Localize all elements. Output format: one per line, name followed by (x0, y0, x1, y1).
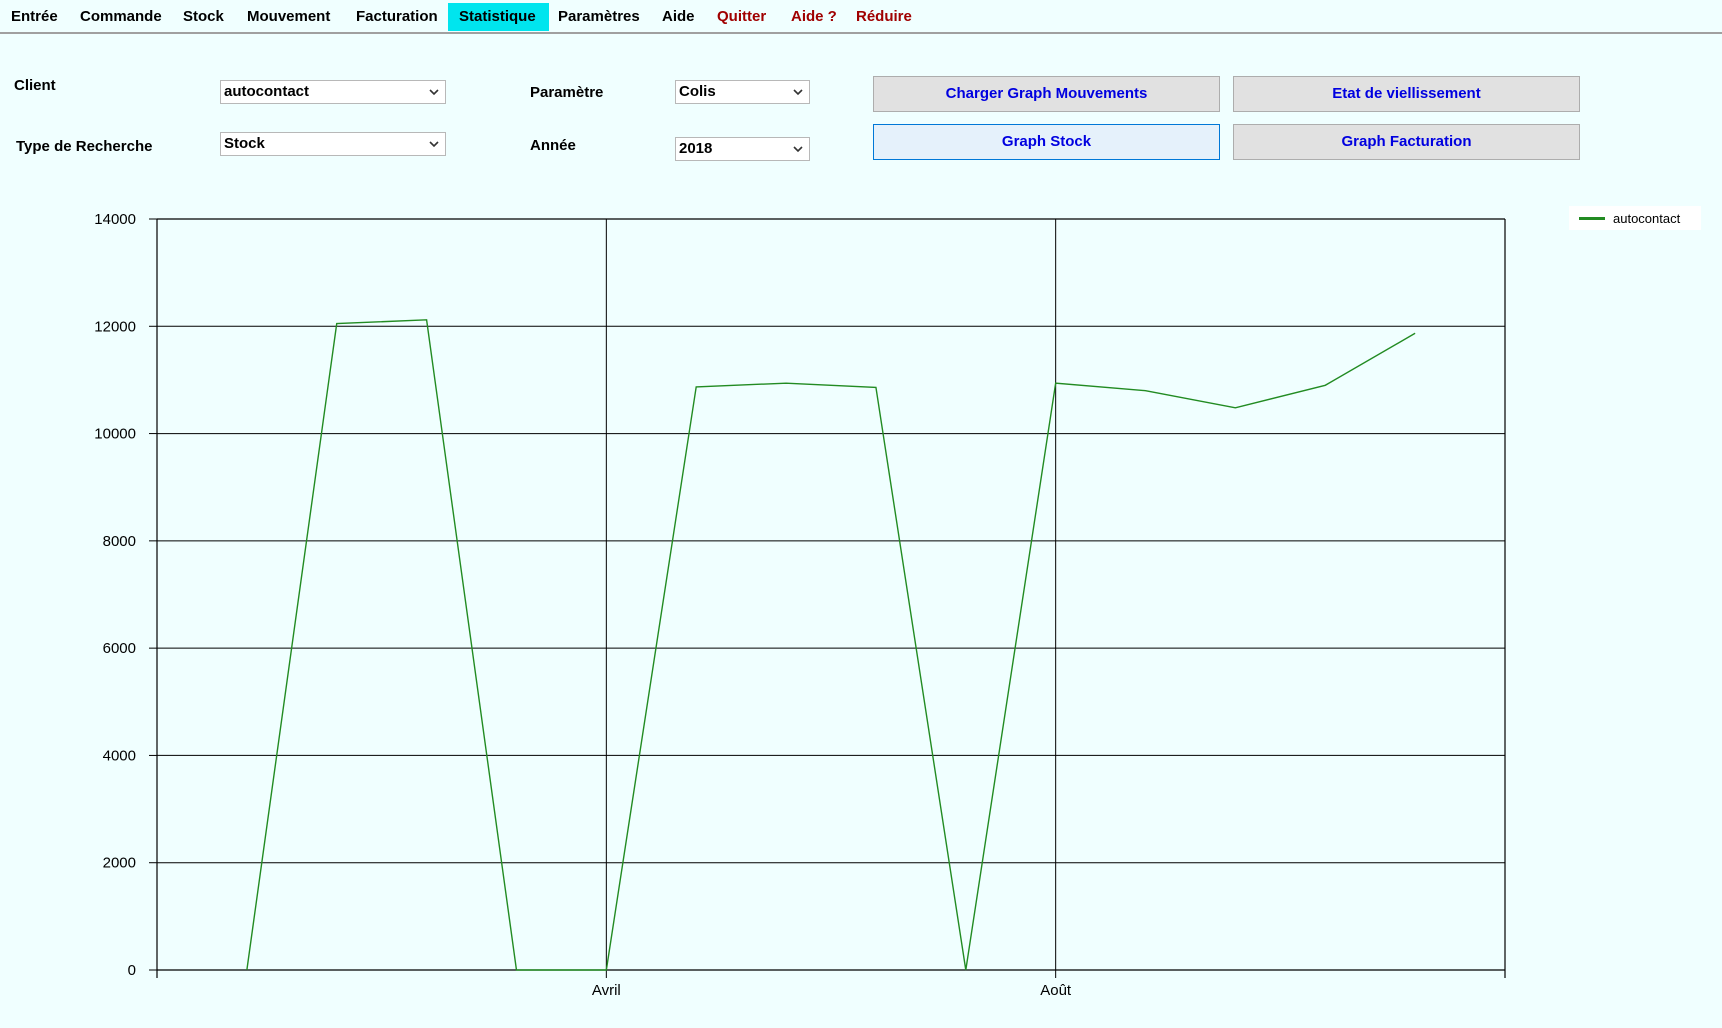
chevron-down-icon (429, 141, 439, 148)
y-tick-label: 4000 (103, 747, 136, 764)
etat-viellissement-button[interactable]: Etat de viellissement (1233, 76, 1580, 112)
menu-aide[interactable]: Aide (651, 3, 706, 31)
menu-mouvement[interactable]: Mouvement (236, 3, 341, 31)
y-tick-label: 0 (128, 962, 136, 979)
y-tick-label: 10000 (94, 426, 136, 443)
stock-line-chart: 0 2000 4000 6000 8000 10000 12000 14000 Avril Aoû… (94, 211, 1506, 999)
type-recherche-select[interactable]: Stock (220, 132, 446, 156)
menu-aide-question[interactable]: Aide ? (780, 3, 848, 31)
annee-label: Année (530, 137, 576, 154)
x-tick-label: Août (1040, 982, 1072, 999)
client-label: Client (14, 77, 56, 94)
chevron-down-icon (793, 146, 803, 153)
parametre-select-value: Colis (679, 83, 716, 100)
type-recherche-label: Type de Recherche (16, 138, 153, 155)
menu-parametres[interactable]: Paramètres (547, 3, 651, 31)
annee-select[interactable]: 2018 (675, 137, 810, 161)
parametre-label: Paramètre (530, 84, 604, 101)
chevron-down-icon (429, 89, 439, 96)
client-select[interactable]: autocontact (220, 80, 446, 104)
x-tick-label: Avril (592, 982, 621, 999)
menu-quitter[interactable]: Quitter (706, 3, 777, 31)
y-tick-label: 8000 (103, 533, 136, 550)
menu-facturation[interactable]: Facturation (345, 3, 449, 31)
chart-legend: autocontact (1569, 206, 1701, 230)
menu-commande[interactable]: Commande (69, 3, 173, 31)
menu-reduire[interactable]: Réduire (845, 3, 923, 31)
graph-facturation-button[interactable]: Graph Facturation (1233, 124, 1580, 160)
plot-area (157, 219, 1505, 970)
chevron-down-icon (793, 89, 803, 96)
menu-bar: Entrée Commande Stock Mouvement Facturat… (0, 0, 1722, 34)
legend-series-name: autocontact (1613, 211, 1681, 226)
type-recherche-select-value: Stock (224, 135, 265, 152)
charger-graph-mouvements-button[interactable]: Charger Graph Mouvements (873, 76, 1220, 112)
legend-swatch (1579, 217, 1605, 220)
menu-statistique[interactable]: Statistique (448, 3, 549, 31)
annee-select-value: 2018 (679, 140, 713, 157)
y-tick-label: 12000 (94, 318, 136, 335)
graph-stock-button[interactable]: Graph Stock (873, 124, 1220, 160)
parametre-select[interactable]: Colis (675, 80, 810, 104)
y-tick-label: 2000 (103, 855, 136, 872)
menu-stock[interactable]: Stock (172, 3, 235, 31)
y-tick-label: 6000 (103, 640, 136, 657)
menu-entree[interactable]: Entrée (0, 3, 69, 31)
y-tick-label: 14000 (94, 211, 136, 228)
client-select-value: autocontact (224, 83, 310, 100)
